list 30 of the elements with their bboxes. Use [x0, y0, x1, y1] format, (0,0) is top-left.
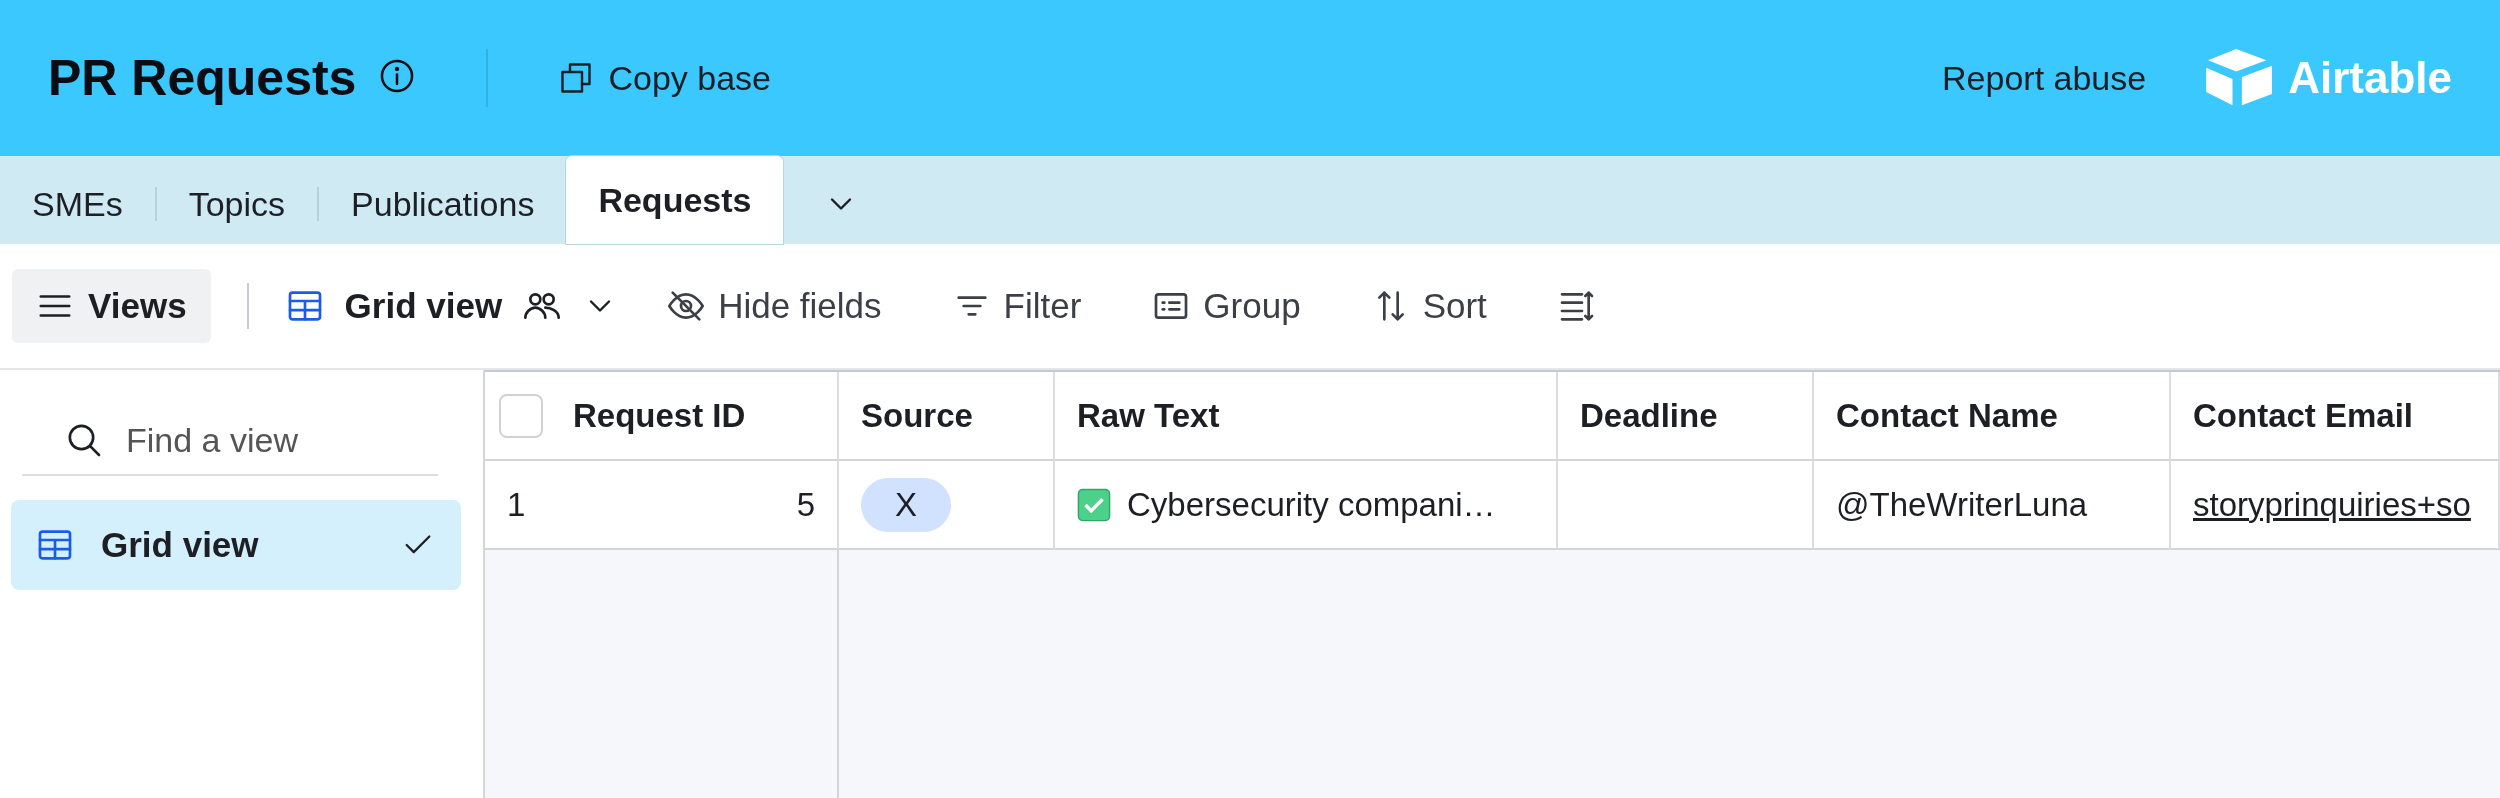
row-number: 1 — [507, 485, 527, 524]
table-cell: @TheWriterLuna — [1836, 485, 2088, 524]
column-header[interactable]: Source — [861, 396, 973, 435]
table-cell: 5 — [796, 485, 815, 524]
sort-button[interactable]: Sort — [1348, 271, 1509, 341]
filter-button[interactable]: Filter — [929, 271, 1104, 341]
view-switcher[interactable]: Grid view — [284, 286, 619, 326]
views-button[interactable]: Views — [12, 269, 211, 343]
source-tag: X — [861, 477, 951, 532]
column-header[interactable]: Deadline — [1580, 396, 1718, 435]
table-cell: Cybersecurity compani… — [1127, 485, 1496, 524]
hide-button[interactable]: Hide fields — [644, 271, 904, 341]
copy-base-button[interactable]: Copy base — [558, 58, 771, 98]
column-header[interactable]: Contact Name — [1836, 396, 2058, 435]
airtable-logo: Airtable — [2202, 47, 2452, 109]
column-header[interactable]: Request ID — [573, 396, 746, 435]
report-abuse-link[interactable]: Report abuse — [1942, 58, 2147, 98]
email-link[interactable]: storyprinquiries+so — [2193, 485, 2471, 524]
base-title: PR Requests — [48, 49, 357, 107]
group-button[interactable]: Group — [1129, 271, 1323, 341]
view-list-item[interactable]: Grid view — [11, 500, 461, 590]
table-tab[interactable]: Requests — [566, 156, 784, 244]
table-tab[interactable]: Publications — [319, 164, 567, 244]
checkmark-box-icon — [1077, 487, 1111, 522]
column-header[interactable]: Contact Email — [2193, 396, 2414, 435]
column-header[interactable]: Raw Text — [1077, 396, 1220, 435]
table-tab[interactable]: Topics — [156, 164, 318, 244]
select-all-checkbox[interactable] — [499, 393, 543, 438]
table-tab[interactable]: SMEs — [0, 164, 155, 244]
find-view-field[interactable]: Find a view — [124, 419, 428, 461]
